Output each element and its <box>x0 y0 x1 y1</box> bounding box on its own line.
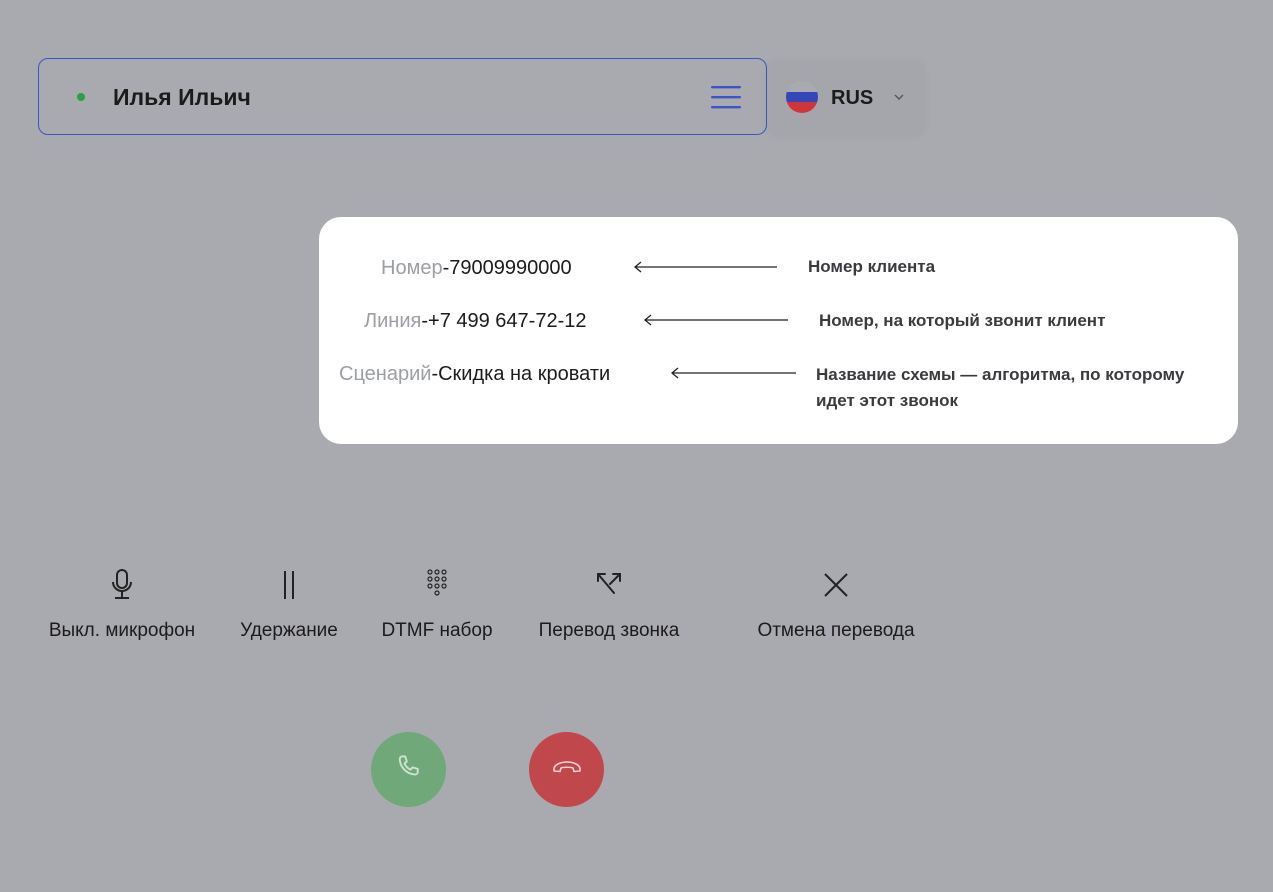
arrow-left-icon <box>670 367 796 379</box>
close-icon <box>744 565 928 605</box>
client-number-value: 79009990000 <box>449 257 572 279</box>
hang-up-button[interactable] <box>529 732 604 807</box>
line-value: +7 499 647-72-12 <box>428 310 587 332</box>
hamburger-menu-icon[interactable] <box>710 84 742 110</box>
client-number-row: Номер-79009990000 <box>381 257 572 279</box>
russia-flag-icon <box>786 81 818 113</box>
dtmf-dialpad-button[interactable]: DTMF набор <box>372 565 502 642</box>
language-code: RUS <box>831 87 874 109</box>
scenario-label: Сценарий <box>339 363 432 385</box>
scenario-value: Скидка на кровати <box>438 363 611 385</box>
dialpad-icon <box>372 565 502 605</box>
transfer-arrows-icon <box>528 565 690 605</box>
line-row: Линия-+7 499 647-72-12 <box>364 310 587 332</box>
scenario-note: Название схемы — алгоритма, по которому … <box>816 365 1185 410</box>
user-name: Илья Ильич <box>113 84 251 110</box>
softphone-screen: Илья Ильич RUS Номер-79009990000 Номер к… <box>0 0 1273 892</box>
client-number-label: Номер <box>381 257 443 279</box>
mute-microphone-button[interactable]: Выкл. микрофон <box>38 565 206 642</box>
chevron-down-icon[interactable] <box>892 90 906 104</box>
hold-button[interactable]: Удержание <box>232 565 346 642</box>
client-number-note: Номер клиента <box>808 257 936 276</box>
phone-icon <box>394 752 424 787</box>
arrow-left-icon <box>633 261 777 273</box>
line-note: Номер, на который звонит клиент <box>819 311 1106 330</box>
hang-up-phone-icon <box>551 757 583 782</box>
transfer-call-button[interactable]: Перевод звонка <box>528 565 690 642</box>
accept-call-button[interactable] <box>371 732 446 807</box>
microphone-icon <box>38 565 206 605</box>
scenario-row: Сценарий-Скидка на кровати <box>339 363 611 385</box>
line-label: Линия <box>364 310 422 332</box>
arrow-left-icon <box>643 314 788 326</box>
online-status-dot <box>77 93 85 101</box>
cancel-transfer-button[interactable]: Отмена перевода <box>744 565 928 642</box>
pause-icon <box>232 565 346 605</box>
